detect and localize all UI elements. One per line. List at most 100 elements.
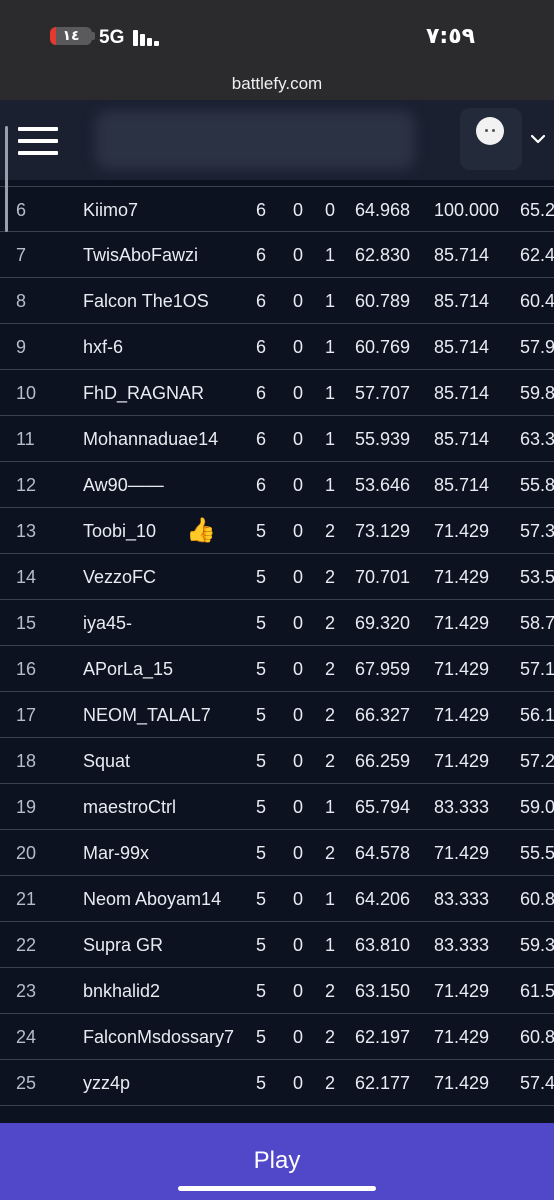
table-row[interactable]: 18 Squat 5 0 2 66.259 71.429 57.2: [0, 738, 554, 784]
table-row[interactable]: 13 Toobi_10 5 0 2 73.129 71.429 57.3 👍: [0, 508, 554, 554]
table-row[interactable]: 17 NEOM_TALAL7 5 0 2 66.327 71.429 56.1: [0, 692, 554, 738]
score-1-cell: 64.968: [355, 200, 411, 220]
score-2-cell: 85.714: [434, 291, 490, 311]
score-2-cell: 85.714: [434, 245, 490, 265]
draws-cell: 0: [293, 797, 304, 817]
wins-cell: 5: [256, 1027, 267, 1047]
player-name[interactable]: iya45-: [83, 600, 132, 646]
losses-cell: 1: [325, 429, 336, 449]
player-name[interactable]: FhD_RAGNAR: [83, 370, 204, 416]
score-3-cell: 61.5: [520, 981, 554, 1001]
user-avatar-button[interactable]: [460, 108, 522, 170]
table-row[interactable]: 19 maestroCtrl 5 0 1 65.794 83.333 59.0: [0, 784, 554, 830]
rank-cell: 6: [16, 200, 27, 220]
clock: ٧:٥٩: [426, 24, 476, 49]
battery-level: ١٤: [62, 28, 80, 44]
player-name[interactable]: maestroCtrl: [83, 784, 176, 830]
score-2-cell: 71.429: [434, 613, 490, 633]
table-row[interactable]: 9 hxf-6 6 0 1 60.769 85.714 57.9: [0, 324, 554, 370]
draws-cell: 0: [293, 1073, 304, 1093]
table-row[interactable]: 23 bnkhalid2 5 0 2 63.150 71.429 61.5: [0, 968, 554, 1014]
table-row[interactable]: 14 VezzoFC 5 0 2 70.701 71.429 53.5: [0, 554, 554, 600]
score-2-cell: 83.333: [434, 797, 490, 817]
score-3-cell: 57.9: [520, 337, 554, 357]
rank-cell: 10: [16, 383, 37, 403]
home-indicator[interactable]: [178, 1186, 376, 1191]
player-name[interactable]: Supra GR: [83, 922, 163, 968]
score-1-cell: 62.197: [355, 1027, 411, 1047]
url-bar[interactable]: battlefy.com: [0, 74, 554, 94]
draws-cell: 0: [293, 889, 304, 909]
draws-cell: 0: [293, 245, 304, 265]
table-row[interactable]: 6 Kiimo7 6 0 0 64.968 100.000 65.2: [0, 186, 554, 232]
play-button[interactable]: Play: [0, 1123, 554, 1193]
table-row[interactable]: 8 Falcon The1OS 6 0 1 60.789 85.714 60.4: [0, 278, 554, 324]
player-name[interactable]: Aw90——: [83, 462, 164, 508]
rank-cell: 22: [16, 935, 37, 955]
table-row[interactable]: 11 Mohannaduae14 6 0 1 55.939 85.714 63.3: [0, 416, 554, 462]
wins-cell: 5: [256, 751, 267, 771]
player-name[interactable]: Mar-99x: [83, 830, 149, 876]
wins-cell: 6: [256, 337, 267, 357]
player-name[interactable]: TwisAboFawzi: [83, 232, 198, 278]
score-3-cell: 65.2: [520, 200, 554, 220]
table-row[interactable]: 15 iya45- 5 0 2 69.320 71.429 58.7: [0, 600, 554, 646]
score-3-cell: 59.3: [520, 935, 554, 955]
wins-cell: 6: [256, 200, 267, 220]
rank-cell: 7: [16, 245, 27, 265]
battery-tip: [92, 32, 95, 40]
score-3-cell: 58.7: [520, 613, 554, 633]
rank-cell: 25: [16, 1073, 37, 1093]
player-name[interactable]: Neom Aboyam14: [83, 876, 221, 922]
losses-cell: 2: [325, 981, 336, 1001]
losses-cell: 2: [325, 613, 336, 633]
hamburger-menu-icon[interactable]: [18, 127, 58, 155]
draws-cell: 0: [293, 751, 304, 771]
scroll-indicator[interactable]: [5, 126, 8, 232]
losses-cell: 1: [325, 383, 336, 403]
losses-cell: 1: [325, 797, 336, 817]
rank-cell: 13: [16, 521, 37, 541]
table-row[interactable]: 25 yzz4p 5 0 2 62.177 71.429 57.4: [0, 1060, 554, 1106]
player-name[interactable]: Mohannaduae14: [83, 416, 218, 462]
table-row[interactable]: 12 Aw90—— 6 0 1 53.646 85.714 55.8: [0, 462, 554, 508]
score-3-cell: 56.1: [520, 705, 554, 725]
score-1-cell: 69.320: [355, 613, 411, 633]
chevron-down-icon[interactable]: [531, 132, 545, 146]
score-1-cell: 60.789: [355, 291, 411, 311]
player-name[interactable]: hxf-6: [83, 324, 123, 370]
table-row[interactable]: 20 Mar-99x 5 0 2 64.578 71.429 55.5: [0, 830, 554, 876]
table-row[interactable]: 24 FalconMsdossary7 5 0 2 62.197 71.429 60.8: [0, 1014, 554, 1060]
losses-cell: 2: [325, 705, 336, 725]
table-row[interactable]: 10 FhD_RAGNAR 6 0 1 57.707 85.714 59.8: [0, 370, 554, 416]
player-name[interactable]: bnkhalid2: [83, 968, 160, 1014]
table-row[interactable]: 7 TwisAboFawzi 6 0 1 62.830 85.714 62.4: [0, 232, 554, 278]
score-1-cell: 63.810: [355, 935, 411, 955]
losses-cell: 2: [325, 659, 336, 679]
rank-cell: 11: [16, 429, 35, 449]
draws-cell: 0: [293, 659, 304, 679]
player-name[interactable]: Squat: [83, 738, 130, 784]
wins-cell: 5: [256, 843, 267, 863]
table-row[interactable]: 16 APorLa_15 5 0 2 67.959 71.429 57.1: [0, 646, 554, 692]
score-2-cell: 100.000: [434, 200, 500, 220]
table-row[interactable]: 21 Neom Aboyam14 5 0 1 64.206 83.333 60.8: [0, 876, 554, 922]
rank-cell: 19: [16, 797, 37, 817]
player-name[interactable]: NEOM_TALAL7: [83, 692, 211, 738]
losses-cell: 0: [325, 200, 336, 220]
score-1-cell: 53.646: [355, 475, 411, 495]
player-name[interactable]: Falcon The1OS: [83, 278, 209, 324]
player-name[interactable]: FalconMsdossary7: [83, 1014, 234, 1060]
score-3-cell: 63.3: [520, 429, 554, 449]
score-2-cell: 83.333: [434, 935, 490, 955]
player-name[interactable]: VezzoFC: [83, 554, 156, 600]
rank-cell: 15: [16, 613, 37, 633]
table-row[interactable]: 22 Supra GR 5 0 1 63.810 83.333 59.3: [0, 922, 554, 968]
player-name[interactable]: yzz4p: [83, 1060, 130, 1106]
draws-cell: 0: [293, 613, 304, 633]
losses-cell: 2: [325, 567, 336, 587]
player-name[interactable]: Toobi_10: [83, 508, 156, 554]
player-name[interactable]: Kiimo7: [83, 187, 138, 233]
standings-table: 6 Kiimo7 6 0 0 64.968 100.000 65.2 7 TwisAboFawzi…: [0, 186, 554, 1106]
player-name[interactable]: APorLa_15: [83, 646, 173, 692]
